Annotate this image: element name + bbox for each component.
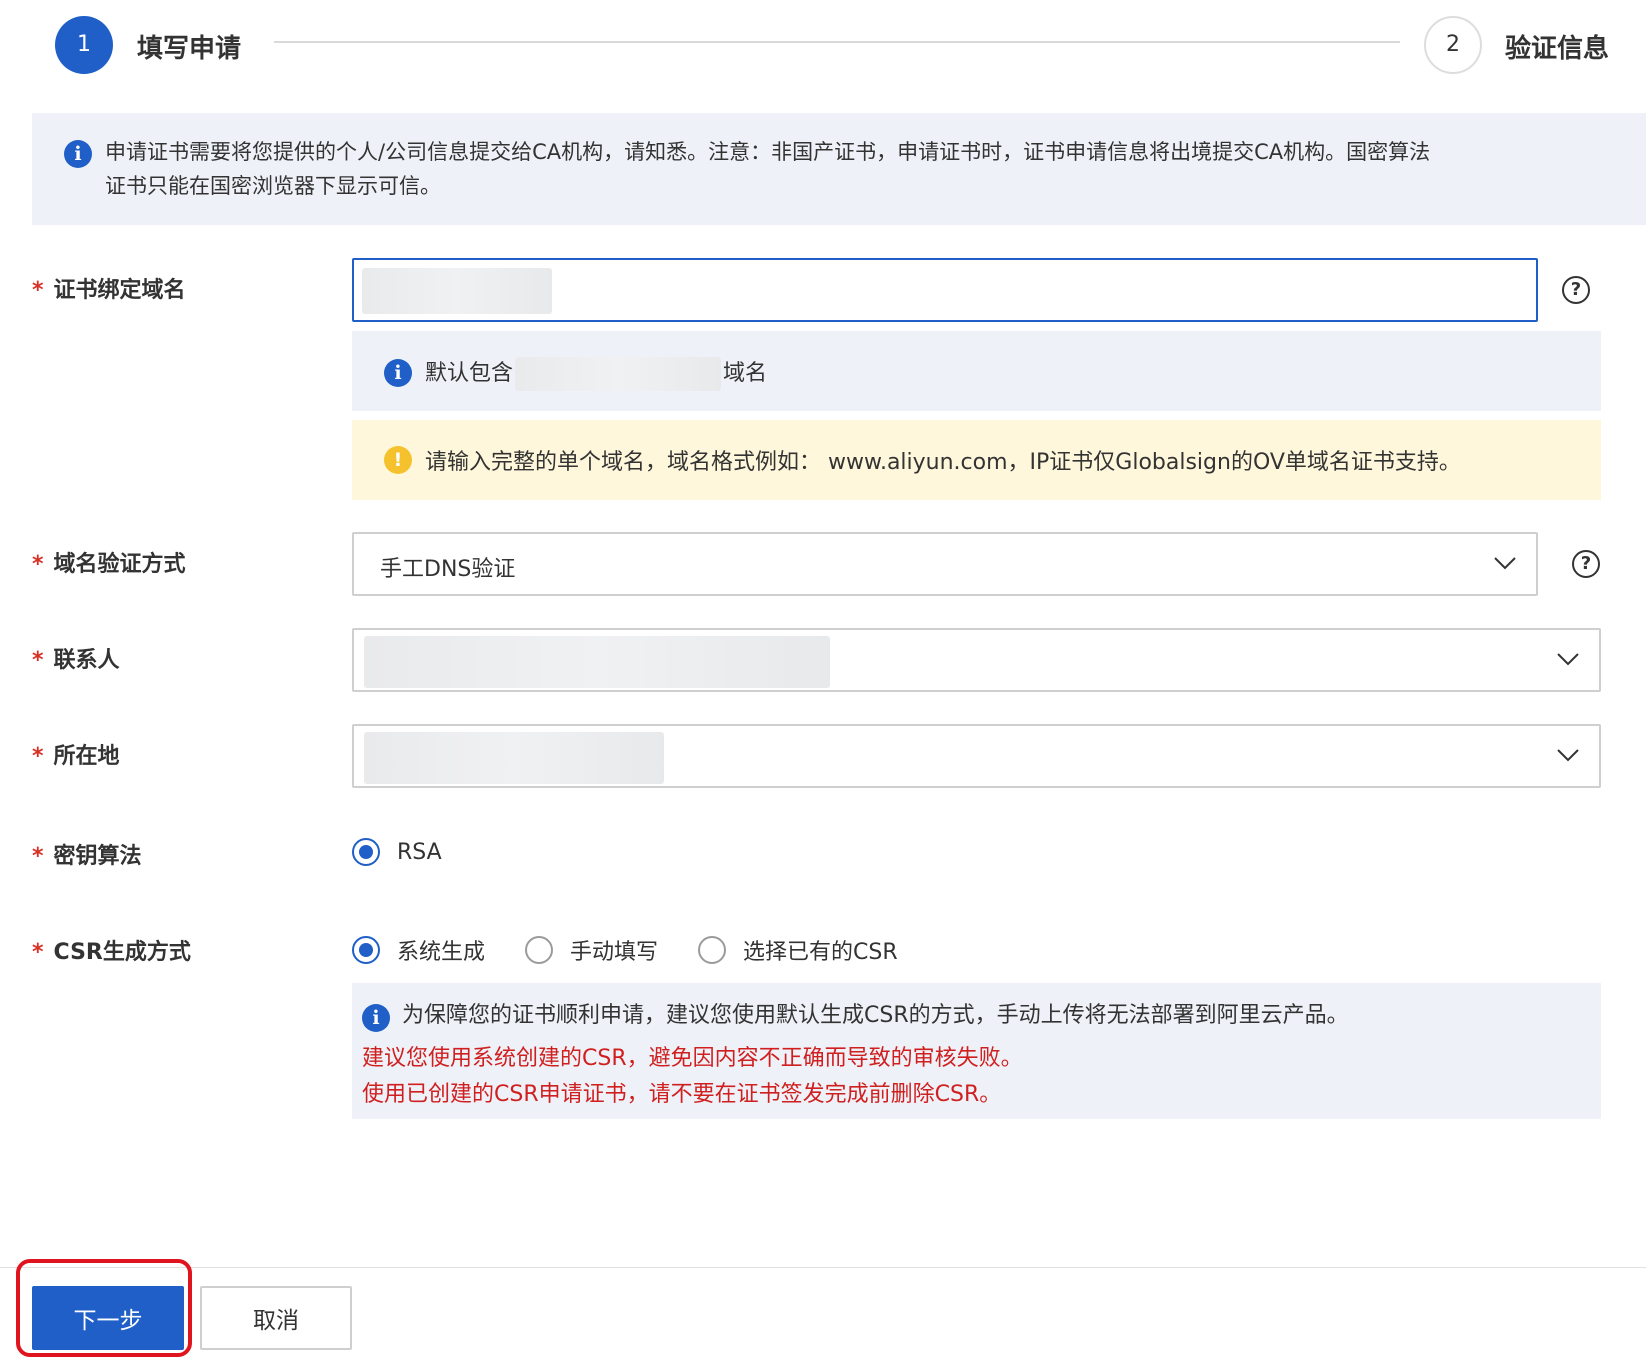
domain-label-text: 证书绑定域名: [53, 278, 186, 303]
radio-rsa[interactable]: RSA: [352, 838, 442, 866]
verify-method-select[interactable]: 手工DNS验证: [352, 532, 1538, 596]
warning-icon: !: [384, 446, 412, 474]
radio-manual-input-label: 手动填写: [570, 940, 659, 965]
contact-label-text: 联系人: [53, 648, 120, 673]
chevron-down-icon: [1494, 557, 1516, 570]
radio-checked-indicator[interactable]: [352, 838, 380, 866]
privacy-notice-line-1: 申请证书需要将您提供的个人/公司信息提交给CA机构，请知悉。注意：非国产证书，申…: [105, 140, 1431, 164]
steps-bar: 1 填写申请 2 验证信息: [0, 0, 1646, 100]
csr-advice-note: i 为保障您的证书顺利申请，建议您使用默认生成CSR的方式，手动上传将无法部署到…: [352, 983, 1601, 1119]
info-icon: i: [64, 140, 92, 168]
key-algorithm-radio-group: RSA: [352, 838, 482, 866]
redacted-domain-value: [362, 268, 552, 314]
domain-help-icon[interactable]: ?: [1562, 276, 1590, 304]
required-mark: *: [32, 844, 44, 869]
radio-existing-csr-label: 选择已有的CSR: [743, 940, 898, 965]
privacy-notice-text: 申请证书需要将您提供的个人/公司信息提交给CA机构，请知悉。注意：非国产证书，申…: [105, 135, 1646, 203]
step-1-indicator: 1: [55, 16, 113, 74]
verify-method-label: * 域名验证方式: [32, 546, 186, 578]
required-mark: *: [32, 552, 44, 577]
redacted-contact-value: [364, 636, 830, 688]
key-algorithm-label: * 密钥算法: [32, 838, 142, 870]
verify-method-label-text: 域名验证方式: [53, 552, 186, 577]
chevron-down-icon: [1557, 653, 1579, 666]
location-label-text: 所在地: [53, 744, 120, 769]
next-button-highlight: [16, 1259, 192, 1357]
contact-label: * 联系人: [32, 642, 120, 674]
location-label: * 所在地: [32, 738, 120, 770]
step-connector: [274, 41, 1400, 43]
radio-rsa-label: RSA: [397, 839, 442, 865]
domain-default-note-text: 默认包含 域名: [425, 355, 767, 391]
verify-method-help-icon[interactable]: ?: [1572, 550, 1600, 578]
redacted-domain: [515, 357, 722, 391]
required-mark: *: [32, 648, 44, 673]
privacy-notice: i 申请证书需要将您提供的个人/公司信息提交给CA机构，请知悉。注意：非国产证书…: [32, 113, 1646, 225]
redacted-location-value: [364, 732, 664, 784]
csr-method-radio-group: 系统生成 手动填写 选择已有的CSR: [352, 934, 938, 966]
footer-divider: [0, 1267, 1646, 1268]
csr-method-label-text: CSR生成方式: [53, 940, 191, 965]
required-mark: *: [32, 278, 44, 303]
domain-default-note: i 默认包含 域名: [352, 331, 1601, 411]
step-2-indicator: 2: [1424, 16, 1482, 74]
csr-method-label: * CSR生成方式: [32, 934, 191, 966]
domain-input[interactable]: [352, 258, 1538, 322]
step-1-title: 填写申请: [137, 34, 242, 64]
radio-system-generate-label: 系统生成: [397, 940, 486, 965]
info-icon: i: [362, 1004, 390, 1032]
domain-format-warning-text: 请输入完整的单个域名，域名格式例如： www.aliyun.com，IP证书仅G…: [425, 450, 1461, 475]
required-mark: *: [32, 940, 44, 965]
csr-advice-line-3: 使用已创建的CSR申请证书，请不要在证书签发完成前删除CSR。: [362, 1082, 1002, 1107]
csr-advice-line-1: 为保障您的证书顺利申请，建议您使用默认生成CSR的方式，手动上传将无法部署到阿里…: [402, 1003, 1349, 1028]
privacy-notice-line-2: 证书只能在国密浏览器下显示可信。: [105, 174, 441, 198]
location-select[interactable]: [352, 724, 1601, 788]
radio-manual-input[interactable]: 手动填写: [525, 934, 658, 966]
chevron-down-icon: [1557, 749, 1579, 762]
domain-format-warning: ! 请输入完整的单个域名，域名格式例如： www.aliyun.com，IP证书…: [352, 420, 1601, 500]
radio-unchecked-indicator[interactable]: [698, 936, 727, 964]
key-algorithm-label-text: 密钥算法: [53, 844, 142, 869]
radio-existing-csr[interactable]: 选择已有的CSR: [698, 934, 898, 966]
required-mark: *: [32, 744, 44, 769]
radio-checked-indicator[interactable]: [352, 936, 380, 964]
radio-system-generate[interactable]: 系统生成: [352, 934, 485, 966]
contact-select[interactable]: [352, 628, 1601, 692]
csr-advice-line-2: 建议您使用系统创建的CSR，避免因内容不正确而导致的审核失败。: [362, 1046, 1023, 1071]
cancel-button[interactable]: 取消: [200, 1286, 352, 1350]
step-2-title: 验证信息: [1505, 34, 1610, 64]
domain-label: * 证书绑定域名: [32, 272, 186, 304]
info-icon: i: [384, 359, 412, 387]
note-suffix: 域名: [723, 361, 768, 386]
note-prefix: 默认包含: [425, 361, 514, 386]
radio-unchecked-indicator[interactable]: [525, 936, 554, 964]
verify-method-value: 手工DNS验证: [380, 557, 516, 582]
